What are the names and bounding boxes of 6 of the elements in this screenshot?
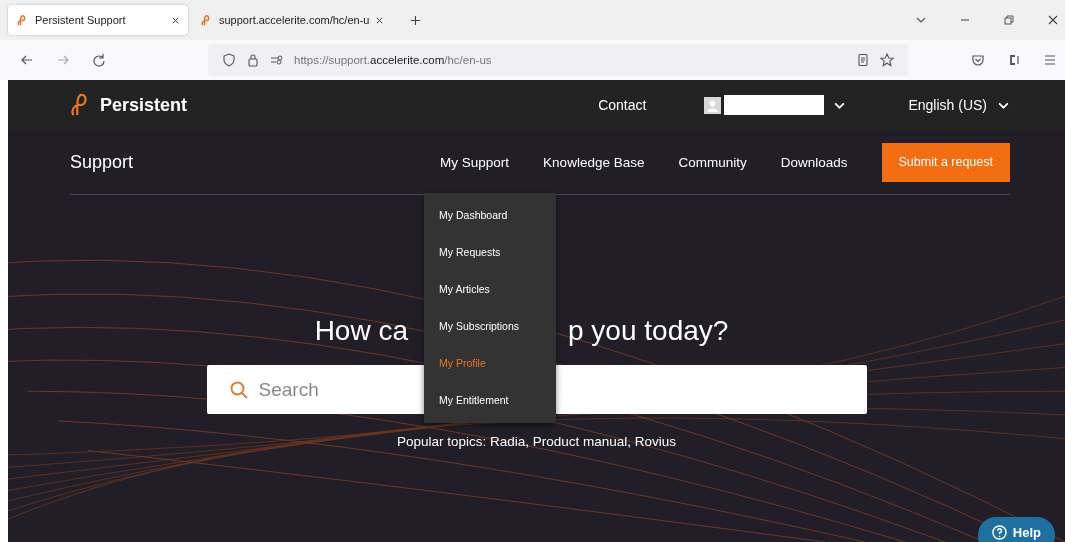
heading-text: How ca bbox=[314, 315, 408, 347]
heading-text: p you today? bbox=[568, 315, 729, 347]
tab-title: support.accelerite.com/hc/en-u bbox=[219, 14, 370, 26]
popular-topics-text: Popular topics: Radia, Product manual, Rovius bbox=[396, 434, 677, 449]
url-text: https://support.accelerite.com/hc/en-us bbox=[294, 54, 492, 66]
tab-title: Persistent Support bbox=[35, 14, 127, 26]
